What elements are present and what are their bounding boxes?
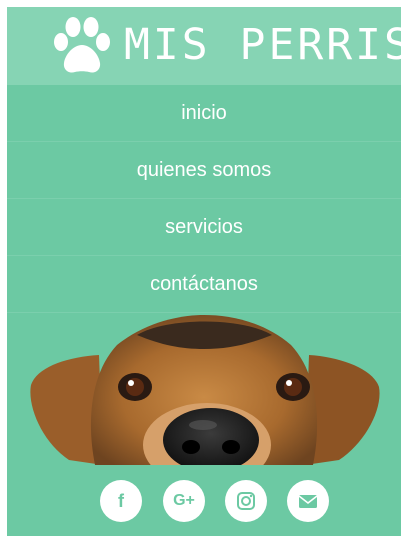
instagram-glyph-icon bbox=[237, 492, 255, 510]
site-title[interactable]: MIS PERRIS bbox=[124, 21, 401, 69]
nav-item-servicios[interactable]: servicios bbox=[7, 199, 401, 256]
facebook-icon[interactable]: f bbox=[100, 480, 142, 522]
nav-item-inicio[interactable]: inicio bbox=[7, 85, 401, 142]
page-frame: MIS PERRIS inicio quienes somos servicio… bbox=[7, 7, 401, 536]
paw-logo-icon[interactable] bbox=[51, 15, 113, 77]
google-plus-icon[interactable]: G+ bbox=[163, 480, 205, 522]
main-nav: inicio quienes somos servicios contáctan… bbox=[7, 85, 401, 313]
email-icon[interactable] bbox=[287, 480, 329, 522]
nav-item-quienes-somos[interactable]: quienes somos bbox=[7, 142, 401, 199]
site-header: MIS PERRIS bbox=[7, 7, 401, 85]
instagram-icon[interactable] bbox=[225, 480, 267, 522]
social-links: f G+ bbox=[7, 480, 401, 524]
nav-item-contactanos[interactable]: contáctanos bbox=[7, 256, 401, 313]
envelope-glyph-icon bbox=[298, 495, 318, 508]
dog-hero-image bbox=[30, 315, 380, 465]
